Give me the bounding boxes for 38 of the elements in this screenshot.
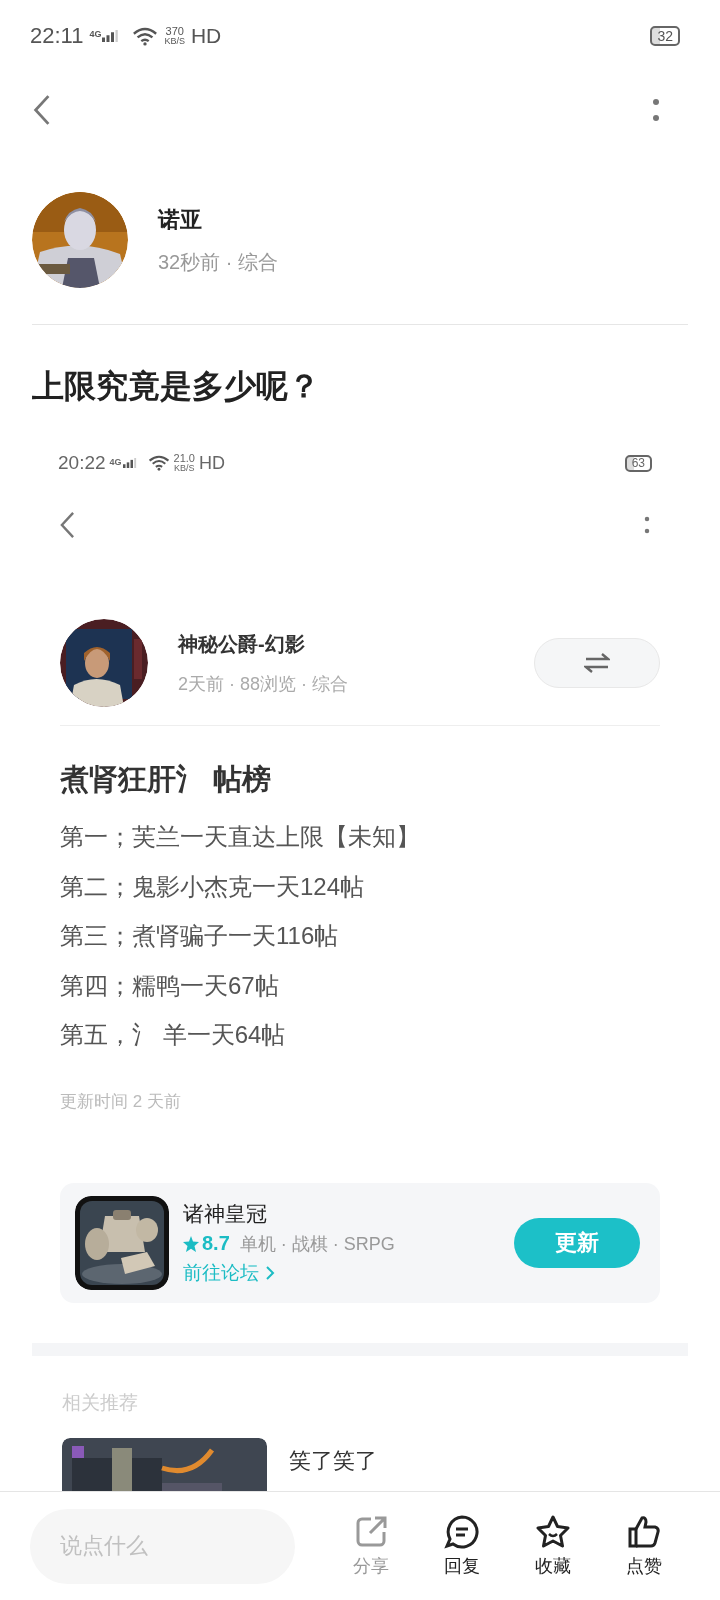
author-name[interactable]: 诺亚 [158, 204, 279, 235]
ranking-line: 第三；煮肾骗子一天116帖 [60, 921, 340, 951]
update-time: 更新时间 2 天前 [60, 1090, 182, 1113]
hd-label: HD [199, 452, 225, 474]
battery-icon: 32 [650, 26, 680, 46]
network-speed: 370 KB/S [164, 26, 185, 46]
post-heading: 煮肾狂肝氵 帖榜 [60, 762, 273, 797]
more-icon[interactable] [644, 516, 650, 534]
reply-button[interactable]: 回复 [443, 1514, 480, 1578]
back-icon[interactable] [33, 94, 51, 126]
author-name[interactable]: 神秘公爵-幻影 [178, 630, 504, 658]
game-tags: 单机 · 战棋 · SRPG [239, 1231, 395, 1256]
clock-time: 22:11 [30, 23, 84, 49]
thumbs-up-icon [626, 1514, 663, 1550]
ranking-line: 第二；鬼影小杰克一天124帖 [60, 871, 366, 902]
post-title: 上限究竟是多少呢？ [31, 367, 321, 406]
ranking-line: 第四；糯鸭一天67帖 [60, 970, 280, 1001]
ranking-line: 第五，氵 羊一天64帖 [60, 1020, 287, 1050]
ranking-line: 第一；芙兰一天直达上限【未知】 [60, 822, 421, 852]
game-name: 诸神皇冠 [183, 1200, 268, 1227]
chat-bubble-icon [443, 1514, 480, 1550]
star-icon [535, 1514, 572, 1550]
back-icon[interactable] [60, 511, 75, 539]
wifi-icon [132, 26, 159, 46]
recommended-title[interactable]: 笑了笑了 [289, 1445, 377, 1491]
like-button[interactable]: 点赞 [626, 1514, 663, 1578]
more-icon[interactable] [652, 98, 660, 122]
network-speed: 21.0 KB/S [173, 453, 195, 473]
hd-label: HD [190, 24, 222, 48]
swap-arrows-icon [584, 653, 610, 673]
clock-time: 20:22 [58, 452, 106, 474]
post-meta: 32秒前 · 综合 [158, 249, 279, 275]
battery-icon: 63 [624, 454, 652, 472]
favorite-button[interactable]: 收藏 [535, 1514, 572, 1578]
chevron-right-icon [265, 1264, 275, 1281]
wifi-icon [147, 455, 170, 471]
post-meta: 2天前 · 88浏览 · 综合 [178, 672, 350, 696]
game-rating: 8.7 [183, 1232, 230, 1255]
